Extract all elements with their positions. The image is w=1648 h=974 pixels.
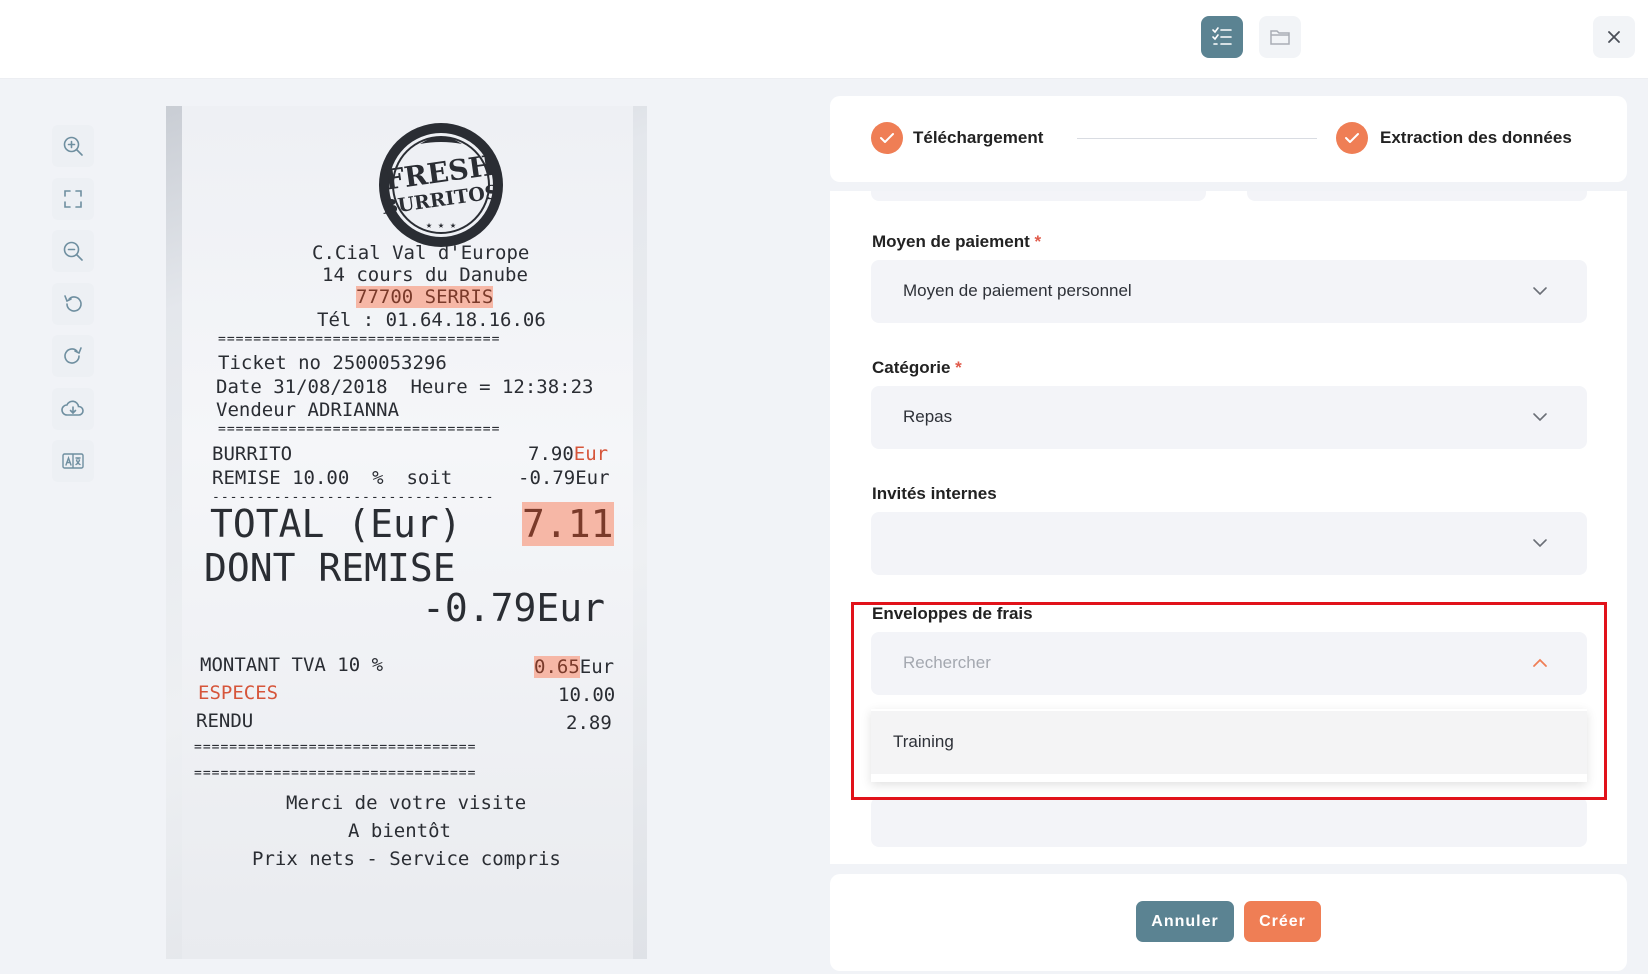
cancel-button[interactable]: Annuler (1136, 901, 1234, 942)
chevron-down-icon (1533, 287, 1547, 296)
fit-screen-button[interactable] (52, 177, 94, 220)
rotate-left-icon (64, 294, 82, 312)
translate-icon (62, 453, 84, 469)
close-icon (1608, 31, 1620, 43)
receipt-date: Date 31/08/2018 Heure = 12:38:23 (216, 376, 594, 398)
highlight-box (851, 602, 1607, 800)
receipt-vat-unit: Eur (579, 656, 615, 678)
receipt-address-1: C.Cial Val d'Europe (312, 242, 530, 264)
required-marker: * (955, 358, 962, 377)
step-connector (1077, 138, 1317, 139)
payment-method-label: Moyen de paiement * (872, 232, 1041, 252)
checklist-icon (1212, 27, 1232, 45)
viewer-toolbar (52, 125, 94, 493)
zoom-in-icon (63, 136, 83, 156)
category-label-text: Catégorie (872, 358, 951, 377)
receipt-item1-price-wrap: 7.90Eur (528, 443, 608, 465)
step-1-label: Téléchargement (913, 128, 1044, 147)
receipt-separator-4: ================================ (194, 766, 477, 781)
receipt-item1-price: 7.90 (528, 443, 574, 465)
receipt-address-2: 14 cours du Danube (322, 264, 528, 286)
folder-button[interactable] (1259, 16, 1301, 58)
receipt-total-label: TOTAL (Eur) (210, 502, 462, 546)
check-icon (1345, 133, 1359, 143)
receipt-item1-unit: Eur (573, 443, 609, 465)
receipt-total-value: 7.11 (522, 502, 614, 546)
receipt-item2-price: -0.79Eur (518, 467, 610, 489)
receipt-vat-value-wrap: 0.65Eur (534, 656, 614, 678)
internal-guests-label: Invités internes (872, 484, 997, 503)
download-icon (61, 400, 84, 416)
receipt-image: FRESH BURRITOS ★ ★ ★ C.Cial Val d'Europe… (166, 106, 647, 959)
receipt-ticket: Ticket no 2500053296 (218, 352, 447, 374)
step-2-check (1336, 122, 1368, 154)
receipt-thanks: Merci de votre visite (286, 792, 527, 814)
field-stub-right (1247, 191, 1587, 201)
step-1-check (871, 122, 903, 154)
zoom-out-icon (63, 241, 83, 261)
receipt-separator-1: ================================ (218, 332, 501, 347)
download-button[interactable] (52, 387, 94, 430)
receipt-vat-label: MONTANT TVA 10 % (200, 654, 384, 676)
category-label: Catégorie * (872, 358, 962, 378)
payment-method-label-text: Moyen de paiement (872, 232, 1030, 251)
receipt-cash-label-wrap: ESPECES (198, 682, 278, 704)
receipt-separator-2: ================================ (218, 422, 501, 437)
step-2-label: Extraction des données (1380, 128, 1572, 147)
category-select[interactable]: Repas (871, 386, 1587, 449)
payment-method-select[interactable]: Moyen de paiement personnel (871, 260, 1587, 323)
rotate-left-button[interactable] (52, 282, 94, 325)
check-icon (880, 133, 894, 143)
receipt-see-you: A bientôt (348, 820, 451, 842)
field-stub-left (871, 191, 1206, 201)
receipt-change-label: RENDU (196, 710, 254, 732)
receipt-address-3-wrap: 77700 SERRIS (356, 286, 494, 308)
rotate-right-button[interactable] (52, 335, 94, 377)
close-button[interactable] (1593, 16, 1635, 58)
receipt-discount-value: -0.79Eur (422, 586, 606, 630)
receipt-prices-note: Prix nets - Service compris (252, 848, 561, 870)
folder-icon (1270, 30, 1290, 45)
payment-method-value: Moyen de paiement personnel (903, 281, 1132, 300)
create-button[interactable]: Créer (1244, 901, 1321, 942)
receipt-vendor: Vendeur ADRIANNA (216, 399, 400, 421)
chevron-down-icon (1533, 539, 1547, 548)
receipt-cash-label: ESPECES (198, 682, 279, 704)
receipt-paper: FRESH BURRITOS ★ ★ ★ C.Cial Val d'Europe… (182, 106, 633, 959)
zoom-in-button[interactable] (52, 125, 94, 167)
receipt-vat-value: 0.65 (534, 656, 580, 678)
internal-guests-select[interactable] (871, 512, 1587, 575)
receipt-total-value-wrap: 7.11 (522, 502, 614, 546)
fit-screen-icon (64, 189, 82, 208)
rotate-right-icon (64, 347, 82, 364)
top-bar (0, 0, 1648, 79)
receipt-address-3: 77700 SERRIS (356, 286, 494, 308)
field-stub-bottom (871, 797, 1587, 847)
translate-button[interactable] (52, 440, 94, 482)
required-marker: * (1034, 232, 1042, 251)
receipt-cash-value: 10.00 (558, 684, 616, 706)
chevron-down-icon (1533, 413, 1547, 422)
checklist-button[interactable] (1201, 16, 1243, 58)
receipt-separator-3: ================================ (194, 740, 477, 755)
category-value: Repas (903, 407, 953, 426)
fresh-burritos-logo: FRESH BURRITOS ★ ★ ★ (379, 123, 503, 247)
receipt-phone: Tél : 01.64.18.16.06 (317, 309, 546, 331)
receipt-change-value: 2.89 (566, 712, 612, 734)
receipt-discount-label: DONT REMISE (204, 546, 456, 590)
receipt-item2-name: REMISE 10.00 % soit (212, 467, 453, 489)
svg-text:★ ★ ★: ★ ★ ★ (426, 220, 456, 231)
receipt-item1-name: BURRITO (212, 443, 293, 465)
zoom-out-button[interactable] (52, 230, 94, 272)
